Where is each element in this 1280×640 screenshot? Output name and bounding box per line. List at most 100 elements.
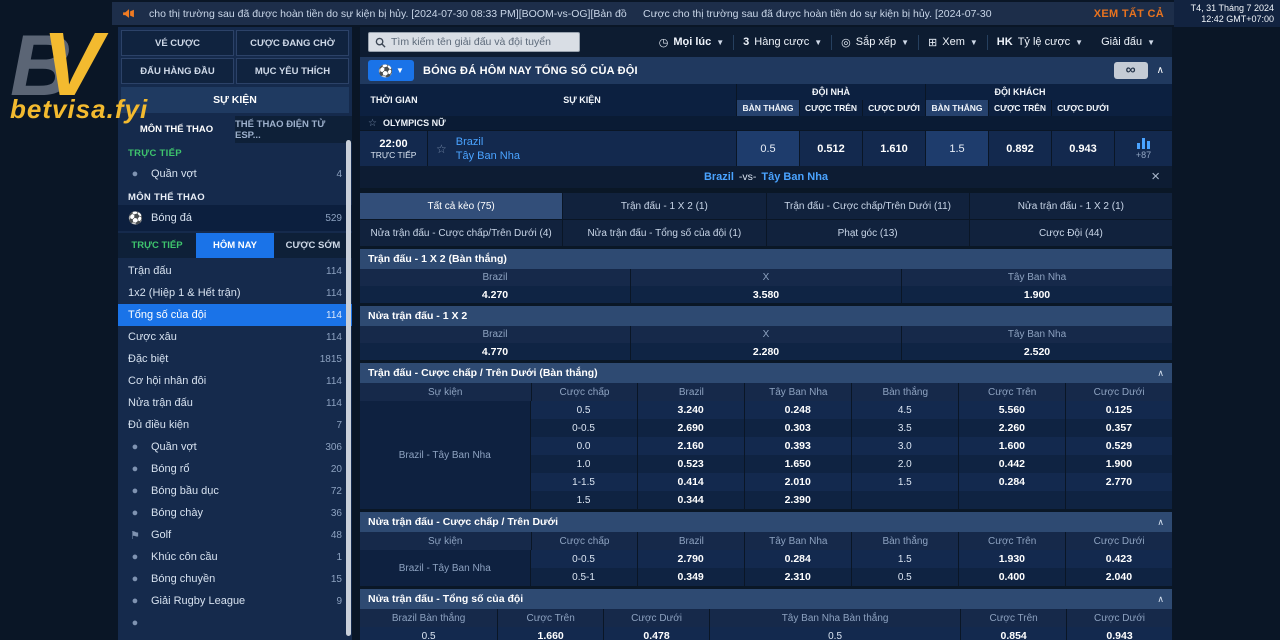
league-dropdown[interactable]: Giải đấu ▼ — [1092, 36, 1164, 48]
section-header[interactable]: Nửa trận đấu - 1 X 2 — [360, 306, 1172, 326]
sort-dropdown[interactable]: ◎ Sắp xếp ▼ — [832, 36, 918, 49]
odds-button[interactable]: 2.770 — [1065, 473, 1172, 491]
search-box[interactable] — [368, 32, 580, 52]
tab-today[interactable]: HÔM NAY — [196, 233, 274, 258]
sport-select-button[interactable]: ⚽ ▼ — [368, 60, 414, 81]
sidebar-market-parlay[interactable]: Cược xâu 114 — [118, 326, 352, 348]
collapse-chevron-icon[interactable]: ∧ — [1157, 65, 1164, 76]
odds-button[interactable]: 0.854 — [960, 627, 1066, 640]
odds-button[interactable]: 1.900 — [1065, 455, 1172, 473]
odds-button[interactable]: 1.660 — [497, 627, 603, 640]
tab-half-team-total[interactable]: Nửa trận đấu - Tổng số của đội (1) — [563, 220, 765, 246]
sidebar-item-partial[interactable]: ● — [118, 612, 352, 634]
more-markets-button[interactable]: +87 — [1114, 131, 1172, 166]
away-under-odds[interactable]: 0.943 — [1051, 131, 1114, 166]
odds-button[interactable]: 0.357 — [1065, 419, 1172, 437]
odds-button[interactable]: 2.390 — [744, 491, 851, 509]
tab-half-hdp-ou[interactable]: Nửa trận đấu - Cược chấp/Trên Dưới (4) — [360, 220, 562, 246]
sidebar-market-double-chance[interactable]: Cơ hội nhân đôi 114 — [118, 370, 352, 392]
star-icon[interactable]: ☆ — [368, 118, 377, 129]
tab-early[interactable]: CƯỢC SỚM — [274, 233, 352, 258]
rows-filter-dropdown[interactable]: 3 Hàng cược ▼ — [734, 36, 831, 48]
odds-button[interactable]: 1.650 — [744, 455, 851, 473]
odds-button[interactable]: 2.310 — [744, 568, 851, 586]
odds-button[interactable]: 2.260 — [958, 419, 1065, 437]
sidebar-item-tennis-live[interactable]: ● Quần vợt 4 — [118, 161, 352, 187]
sidebar-market-1x2[interactable]: 1x2 (Hiệp 1 & Hết trận) 114 — [118, 282, 352, 304]
tab-esports[interactable]: THỂ THAO ĐIỆN TỬ ESP... — [235, 116, 352, 143]
home-over-odds[interactable]: 0.512 — [799, 131, 862, 166]
sidebar-item-rugby-league[interactable]: ● Giải Rugby League 9 — [118, 590, 352, 612]
view-all-link[interactable]: XEM TẤT CẢ — [1094, 8, 1164, 20]
sidebar-market-half[interactable]: Nửa trận đấu 114 — [118, 392, 352, 414]
view-dropdown[interactable]: ⊞ Xem ▼ — [919, 36, 987, 49]
odds-button[interactable]: 0.478 — [603, 627, 709, 640]
odds-button[interactable]: 0.349 — [637, 568, 744, 586]
favorites-button[interactable]: MỤC YÊU THÍCH — [236, 58, 349, 84]
odds-button[interactable]: 1.900 — [901, 286, 1172, 303]
tab-live[interactable]: TRỰC TIẾP — [118, 233, 196, 258]
sidebar-item-baseball[interactable]: ● Bóng chày 36 — [118, 502, 352, 524]
close-icon[interactable]: × — [1151, 168, 1160, 185]
odds-button[interactable]: 0.344 — [637, 491, 744, 509]
odds-button[interactable]: 0.284 — [744, 550, 851, 568]
star-icon[interactable]: ☆ — [436, 142, 447, 156]
odds-button[interactable]: 0.943 — [1066, 627, 1172, 640]
tab-all-markets[interactable]: Tất cả kèo (75) — [360, 193, 562, 219]
sidebar-item-tennis[interactable]: ● Quần vợt 306 — [118, 436, 352, 458]
odds-button[interactable]: 0.423 — [1065, 550, 1172, 568]
odds-button[interactable]: 4.770 — [360, 343, 630, 360]
section-header[interactable]: Nửa trận đấu - Tổng số của đội ∧ — [360, 589, 1172, 609]
tab-half-1x2[interactable]: Nửa trận đấu - 1 X 2 (1) — [970, 193, 1172, 219]
odds-button[interactable]: 0.393 — [744, 437, 851, 455]
search-input[interactable] — [391, 36, 573, 48]
odds-format-dropdown[interactable]: HK Tỷ lệ cược ▼ — [988, 36, 1092, 48]
pending-bets-button[interactable]: CƯỢC ĐANG CHỜ — [236, 30, 349, 56]
sidebar-market-team-total[interactable]: Tổng số của đội 114 — [118, 304, 352, 326]
tab-team-bets[interactable]: Cược Đội (44) — [970, 220, 1172, 246]
odds-button[interactable]: 1.930 — [958, 550, 1065, 568]
odds-button[interactable]: 5.560 — [958, 401, 1065, 419]
odds-button[interactable]: 0.303 — [744, 419, 851, 437]
odds-button[interactable]: 0.529 — [1065, 437, 1172, 455]
tab-match-hdp-ou[interactable]: Trận đấu - Cược chấp/Trên Dưới (11) — [767, 193, 969, 219]
odds-button[interactable]: 3.240 — [637, 401, 744, 419]
section-header[interactable]: Trận đấu - Cược chấp / Trên Dưới (Bàn th… — [360, 363, 1172, 383]
home-team-link[interactable]: Brazil — [456, 135, 520, 149]
odds-button[interactable]: 2.520 — [901, 343, 1172, 360]
odds-button[interactable]: 4.270 — [360, 286, 630, 303]
odds-button[interactable]: 2.280 — [630, 343, 901, 360]
section-header[interactable]: Nửa trận đấu - Cược chấp / Trên Dưới ∧ — [360, 512, 1172, 532]
odds-button[interactable]: 1.600 — [958, 437, 1065, 455]
away-team-link[interactable]: Tây Ban Nha — [456, 149, 520, 163]
odds-button[interactable]: 0.400 — [958, 568, 1065, 586]
sidebar-item-soccer[interactable]: ⚽ Bóng đá 529 — [118, 205, 352, 231]
tab-match-1x2[interactable]: Trận đấu - 1 X 2 (1) — [563, 193, 765, 219]
odds-button[interactable]: 2.690 — [637, 419, 744, 437]
tab-corners[interactable]: Phạt góc (13) — [767, 220, 969, 246]
odds-button[interactable]: 2.010 — [744, 473, 851, 491]
odds-button[interactable]: 3.580 — [630, 286, 901, 303]
betvisa-logo[interactable]: BV betvisa.fyi — [10, 20, 148, 122]
away-over-odds[interactable]: 0.892 — [988, 131, 1051, 166]
odds-button[interactable]: 2.790 — [637, 550, 744, 568]
odds-button[interactable]: 0.523 — [637, 455, 744, 473]
sidebar-item-hockey[interactable]: ● Khúc côn cầu 1 — [118, 546, 352, 568]
odds-button[interactable]: 2.040 — [1065, 568, 1172, 586]
infinity-scroll-button[interactable]: ∞ — [1114, 62, 1148, 79]
section-header[interactable]: Trận đấu - 1 X 2 (Bàn thắng) — [360, 249, 1172, 269]
odds-button[interactable]: 0.248 — [744, 401, 851, 419]
sidebar-item-volleyball[interactable]: ● Bóng chuyền 15 — [118, 568, 352, 590]
sidebar-item-basketball[interactable]: ● Bóng rổ 20 — [118, 458, 352, 480]
home-under-odds[interactable]: 1.610 — [862, 131, 925, 166]
events-button[interactable]: SỰ KIỆN — [121, 87, 349, 113]
odds-button[interactable]: 0.284 — [958, 473, 1065, 491]
odds-button[interactable]: 0.125 — [1065, 401, 1172, 419]
time-filter-dropdown[interactable]: ◷ Mọi lúc ▼ — [650, 36, 733, 49]
odds-button[interactable]: 2.160 — [637, 437, 744, 455]
odds-button[interactable]: 0.442 — [958, 455, 1065, 473]
sidebar-market-matches[interactable]: Trận đấu 114 — [118, 260, 352, 282]
odds-button[interactable]: 0.414 — [637, 473, 744, 491]
sidebar-market-specials[interactable]: Đặc biệt 1815 — [118, 348, 352, 370]
sidebar-market-qualify[interactable]: Đủ điều kiện 7 — [118, 414, 352, 436]
